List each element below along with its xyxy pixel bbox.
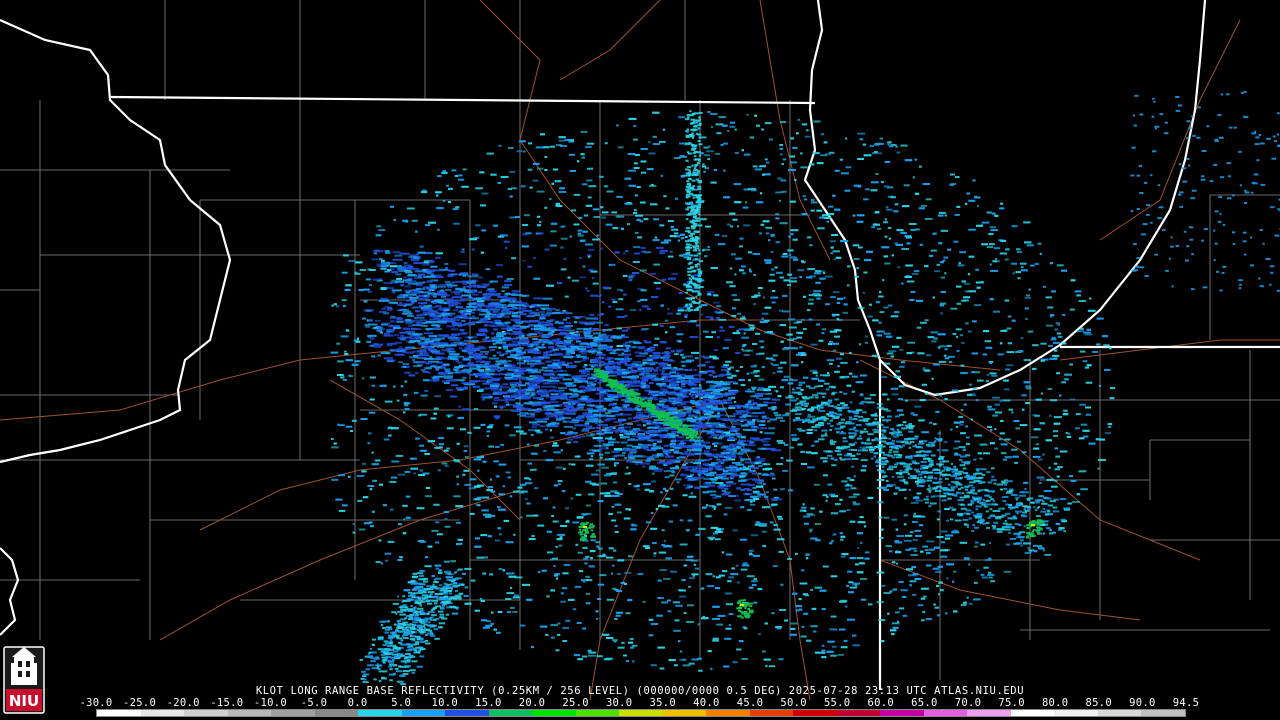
colorbar-label: 20.0: [518, 697, 546, 709]
colorbar-label: 55.0: [823, 697, 851, 709]
colorbar-swatch: [445, 710, 489, 716]
colorbar-label: 90.0: [1129, 697, 1156, 709]
colorbar-label: -10.0: [253, 697, 287, 709]
colorbar-swatch: [271, 710, 315, 716]
product-caption: KLOT LONG RANGE BASE REFLECTIVITY (0.25K…: [255, 685, 1025, 697]
colorbar-swatch: [923, 710, 968, 716]
colorbar-label: 10.0: [431, 697, 459, 709]
colorbar-swatch: [184, 710, 228, 716]
logo-text: NIU: [9, 692, 39, 710]
colorbar-swatch: [532, 710, 576, 716]
map-background: [0, 0, 1280, 720]
colorbar-swatch: [880, 710, 924, 716]
colorbar-label: 65.0: [911, 697, 938, 709]
radar-map: [0, 0, 1280, 720]
colorbar-swatch: [1054, 710, 1098, 716]
colorbar-swatch: [619, 710, 663, 716]
colorbar-label: 25.0: [562, 697, 589, 709]
colorbar-swatch: [314, 710, 359, 716]
colorbar-swatch: [227, 710, 272, 716]
colorbar-label: 70.0: [954, 697, 982, 709]
colorbar-label: -25.0: [123, 697, 157, 709]
colorbar-label: -30.0: [79, 697, 113, 709]
colorbar-label: 15.0: [475, 697, 502, 709]
colorbar-label: 94.5: [1172, 697, 1200, 709]
colorbar-swatch: [1141, 710, 1185, 716]
colorbar-label: 45.0: [736, 697, 764, 709]
colorbar-label: 30.0: [605, 697, 633, 709]
colorbar-swatch: [97, 710, 141, 716]
colorbar-label: 75.0: [998, 697, 1025, 709]
colorbar-label: 60.0: [867, 697, 895, 709]
colorbar-swatch: [967, 710, 1011, 716]
colorbar-swatch: [662, 710, 707, 716]
radar-site-marker: [735, 391, 749, 405]
colorbar-label: 85.0: [1085, 697, 1113, 709]
colorbar-label: -15.0: [210, 697, 244, 709]
colorbar-label: 5.0: [391, 697, 412, 709]
colorbar-swatch: [749, 710, 794, 716]
colorbar-swatch: [488, 710, 533, 716]
colorbar-swatch: [793, 710, 837, 716]
colorbar-label: -20.0: [166, 697, 200, 709]
colorbar-swatch: [1010, 710, 1055, 716]
reflectivity-colorbar: [96, 709, 1186, 717]
colorbar-label: -5.0: [300, 697, 328, 709]
colorbar-swatch: [358, 710, 402, 716]
colorbar-swatch: [575, 710, 620, 716]
colorbar-swatch: [140, 710, 185, 716]
colorbar-label: 80.0: [1041, 697, 1069, 709]
colorbar-swatch: [706, 710, 750, 716]
niu-tower-logo: NIU: [3, 646, 45, 714]
colorbar-swatch: [401, 710, 446, 716]
colorbar-labels: -30.0 -25.0 -20.0 -15.0 -10.0 -5.0 0.0 5.0 10.0 1…: [79, 697, 1199, 709]
colorbar-label: 50.0: [780, 697, 807, 709]
colorbar-label: 0.0: [347, 697, 368, 709]
colorbar-label: 35.0: [649, 697, 677, 709]
colorbar-swatch: [836, 710, 881, 716]
colorbar-label: 40.0: [693, 697, 720, 709]
colorbar-swatch: [1097, 710, 1142, 716]
